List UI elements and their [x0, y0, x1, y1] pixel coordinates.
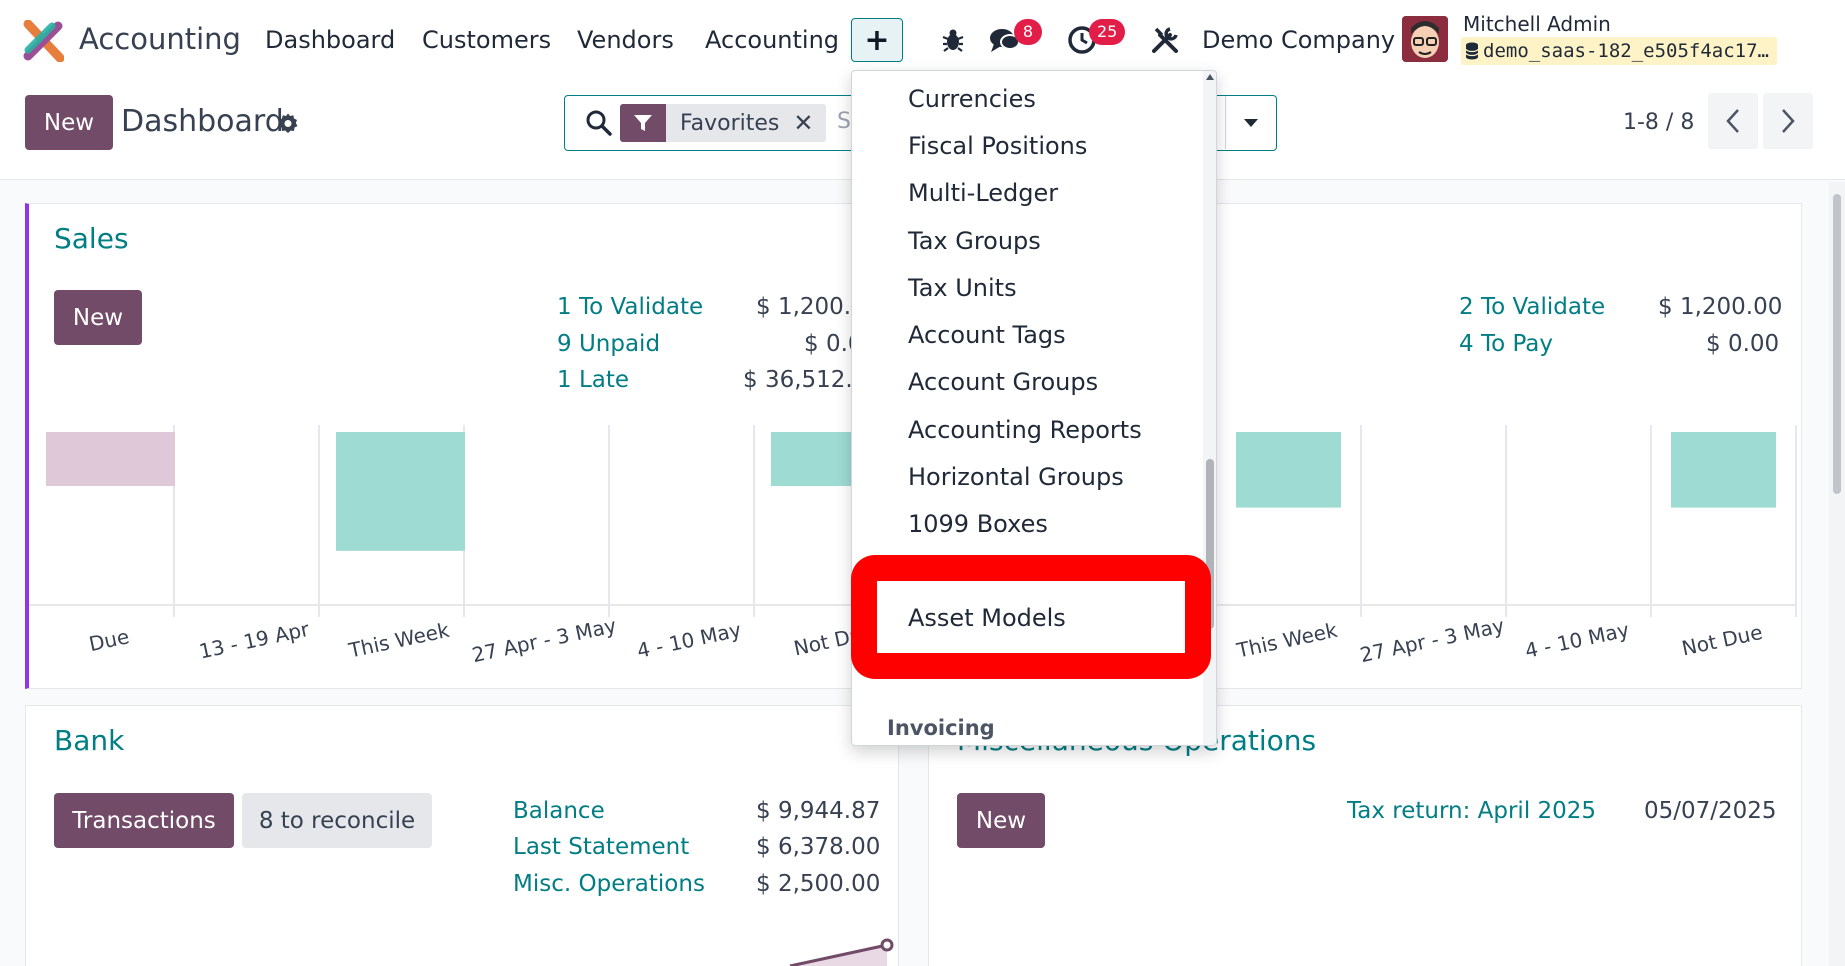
menu-item-1099-boxes[interactable]: 1099 Boxes [908, 510, 1048, 538]
sales-card-title[interactable]: Sales [54, 222, 129, 255]
configuration-dropdown-menu: Currencies Fiscal Positions Multi-Ledger… [851, 70, 1217, 746]
activities-badge: 25 [1089, 19, 1126, 45]
menu-customers[interactable]: Customers [422, 26, 551, 54]
purchases-to-validate-amount: $ 1,200.00 [1658, 294, 1783, 320]
chart-tick-label: 4 - 10 May [635, 617, 744, 663]
tools-icon[interactable] [1145, 20, 1185, 60]
chart-tick-label: This Week [346, 618, 452, 663]
menu-section-invoicing: Invoicing [887, 716, 995, 740]
chart-bar [1236, 432, 1341, 508]
pager-next-button[interactable] [1763, 93, 1813, 149]
chart-tick-label: 13 - 19 Apr [197, 617, 312, 664]
bank-balance-point [880, 938, 894, 952]
chevron-left-icon [1726, 109, 1739, 133]
filter-icon [620, 104, 666, 142]
bank-transactions-button[interactable]: Transactions [54, 793, 234, 848]
chart-tick-label: Due [87, 624, 131, 656]
bank-last-statement-link[interactable]: Last Statement [513, 834, 689, 860]
purchases-to-validate-link[interactable]: 2 To Validate [1459, 294, 1605, 320]
chart-tick-label: 4 - 10 May [1523, 617, 1632, 663]
bank-balance-amount: $ 9,944.87 [756, 798, 881, 824]
menu-item-account-groups[interactable]: Account Groups [908, 368, 1098, 396]
chart-bar [46, 432, 175, 486]
purchases-to-pay-amount: $ 0.00 [1706, 331, 1780, 357]
bug-icon[interactable] [933, 20, 973, 60]
gear-icon[interactable] [276, 112, 300, 136]
sales-to-validate-amount: $ 1,200.0 [756, 294, 866, 320]
sales-new-button[interactable]: New [54, 290, 142, 345]
menu-accounting[interactable]: Accounting [705, 26, 839, 54]
menu-item-currencies[interactable]: Currencies [908, 85, 1036, 113]
odoo-app-logo-icon[interactable] [22, 20, 64, 62]
search-facet-favorites[interactable]: Favorites ✕ [620, 104, 826, 142]
messages-badge: 8 [1014, 19, 1042, 45]
misc-new-button[interactable]: New [957, 793, 1045, 848]
dropdown-scrollbar-thumb[interactable] [1206, 459, 1214, 629]
database-name: demo_saas-182_e505f4ac17… [1483, 40, 1769, 62]
pager-value[interactable]: 1-8 / 8 [1623, 110, 1694, 135]
tax-return-date: 05/07/2025 [1644, 798, 1777, 824]
new-button[interactable]: New [25, 95, 113, 150]
menu-item-tax-units[interactable]: Tax Units [908, 274, 1017, 302]
bank-last-statement-amount: $ 6,378.00 [756, 834, 881, 860]
menu-item-asset-models[interactable]: Asset Models [908, 604, 1066, 632]
bank-card-title[interactable]: Bank [54, 724, 124, 757]
search-options-toggle[interactable] [1225, 96, 1276, 149]
dropdown-scrollbar[interactable] [1203, 71, 1216, 745]
sales-to-validate-link[interactable]: 1 To Validate [557, 294, 703, 320]
menu-item-account-tags[interactable]: Account Tags [908, 321, 1066, 349]
scroll-up-arrow-icon[interactable] [1206, 74, 1214, 80]
app-name[interactable]: Accounting [79, 22, 241, 56]
facet-remove-icon[interactable]: ✕ [793, 109, 825, 137]
menu-dashboard[interactable]: Dashboard [265, 26, 395, 54]
database-badge: demo_saas-182_e505f4ac17… [1461, 37, 1777, 65]
menu-item-fiscal-positions[interactable]: Fiscal Positions [908, 132, 1087, 160]
bank-reconcile-button[interactable]: 8 to reconcile [242, 793, 432, 848]
caret-down-icon [1244, 118, 1258, 127]
search-icon[interactable] [585, 109, 613, 137]
bank-misc-operations-amount: $ 2,500.00 [756, 871, 881, 897]
sales-late-link[interactable]: 1 Late [557, 367, 629, 393]
facet-label: Favorites [680, 110, 780, 136]
top-navbar: Accounting Dashboard Customers Vendors A… [0, 0, 1845, 80]
purchases-aging-chart: This Week 27 Apr - 3 May 4 - 10 May Not Due [1215, 425, 1797, 667]
bank-balance-link[interactable]: Balance [513, 798, 605, 824]
search-input[interactable]: S [837, 109, 851, 134]
sales-late-amount: $ 36,512.5 [743, 367, 868, 393]
menu-item-tax-groups[interactable]: Tax Groups [908, 227, 1041, 255]
chart-tick-label: 27 Apr - 3 May [1358, 613, 1507, 667]
pager-previous-button[interactable] [1708, 93, 1758, 149]
bank-misc-operations-link[interactable]: Misc. Operations [513, 871, 705, 897]
user-name[interactable]: Mitchell Admin [1463, 12, 1611, 36]
chevron-right-icon [1782, 109, 1795, 133]
chart-tick-label: 27 Apr - 3 May [470, 613, 619, 667]
page-scrollbar[interactable] [1829, 182, 1845, 966]
chart-tick-label: This Week [1234, 618, 1340, 663]
quick-create-button[interactable]: + [851, 18, 903, 62]
database-icon [1465, 42, 1479, 60]
page-title: Dashboard [121, 104, 284, 139]
tax-return-link[interactable]: Tax return: April 2025 [1347, 798, 1596, 824]
page-scrollbar-thumb[interactable] [1833, 194, 1841, 494]
sales-unpaid-link[interactable]: 9 Unpaid [557, 331, 660, 357]
purchases-to-pay-link[interactable]: 4 To Pay [1459, 331, 1553, 357]
chart-tick-label: Not Due [1680, 620, 1765, 660]
menu-item-accounting-reports[interactable]: Accounting Reports [908, 416, 1142, 444]
chart-bar [336, 432, 465, 551]
menu-vendors[interactable]: Vendors [577, 26, 674, 54]
sales-aging-chart: Due 13 - 19 Apr This Week 27 Apr - 3 May 4 -… [29, 425, 900, 667]
company-switcher[interactable]: Demo Company [1202, 26, 1395, 54]
menu-item-multi-ledger[interactable]: Multi-Ledger [908, 179, 1058, 207]
chart-bar [1671, 432, 1776, 508]
menu-item-horizontal-groups[interactable]: Horizontal Groups [908, 463, 1124, 491]
user-avatar[interactable] [1402, 16, 1448, 62]
bank-balance-line-chart [789, 938, 894, 966]
